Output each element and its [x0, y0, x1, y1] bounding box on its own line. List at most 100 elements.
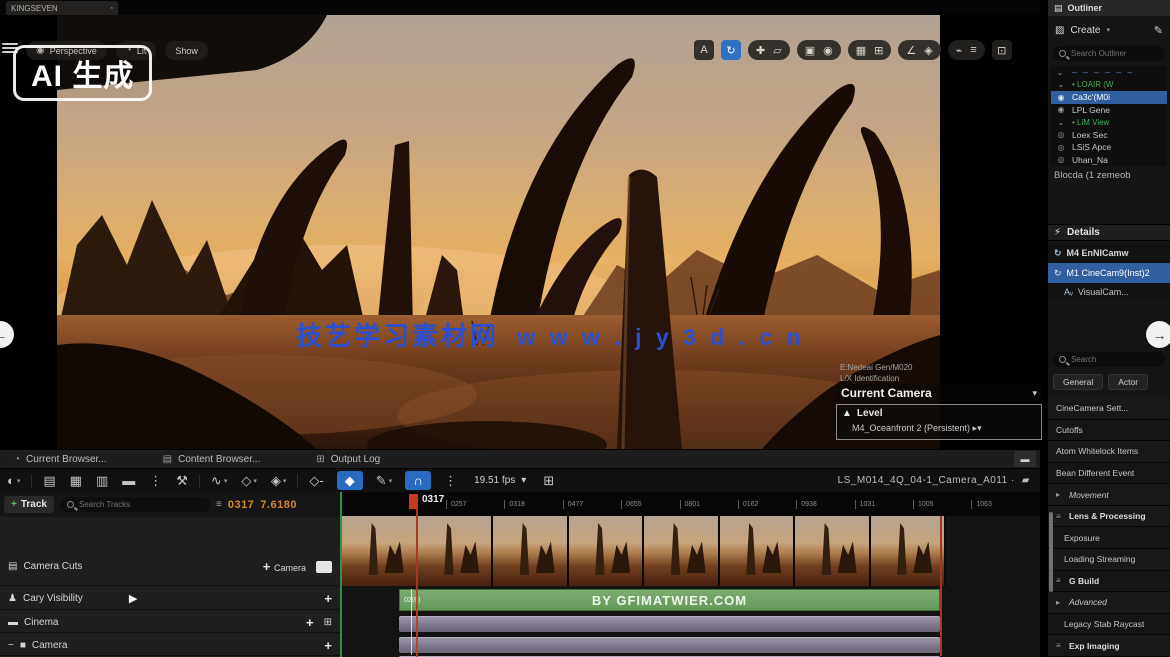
lock-camera-button[interactable]: ⊞: [536, 473, 561, 489]
chevron-icon[interactable]: ⌄: [1055, 68, 1067, 77]
outliner-row[interactable]: ◎ Uhan_Na: [1051, 154, 1167, 167]
camera-speed-icon[interactable]: ⌁: [956, 44, 963, 57]
move-tool-icon[interactable]: ✚: [756, 44, 765, 57]
details-panel-header[interactable]: ⚡ Details: [1048, 224, 1170, 241]
play-triangle-icon[interactable]: ▶: [129, 592, 137, 605]
edit-arrow-icon[interactable]: ✎: [1154, 24, 1163, 37]
property-row[interactable]: CineCamera Sett...: [1048, 398, 1170, 420]
sequencer-tab-icon[interactable]: ▬: [1014, 451, 1036, 467]
add-camera-button[interactable]: + Camera: [263, 559, 306, 574]
eye-icon[interactable]: ◎: [1055, 155, 1067, 164]
tab-output-log[interactable]: ⊞ Output Log: [302, 450, 394, 468]
camera-cuts-filmstrip[interactable]: [342, 516, 946, 586]
visibility-clip-bar[interactable]: 02(6) BY GFIMATWIER.COM: [399, 589, 940, 611]
timecode-current[interactable]: 0317: [228, 499, 254, 511]
curve-editor-button-active[interactable]: ∩: [405, 471, 431, 490]
keyframe-minus-button[interactable]: ◇-: [302, 473, 330, 489]
outliner-row-selected[interactable]: ◉ Ca3c'(M0i: [1051, 91, 1167, 104]
playback-options-button[interactable]: ◐ ▾: [0, 473, 27, 488]
track-row-camera-cuts[interactable]: ▤ Camera Cuts + Camera: [0, 548, 340, 586]
scale-tool-icon[interactable]: ▱: [773, 44, 781, 57]
property-section-row[interactable]: ≡ G Build: [1048, 571, 1170, 593]
outliner-row[interactable]: ◎ Loex Sec: [1051, 129, 1167, 142]
camera-chip-icon[interactable]: [316, 561, 332, 573]
camera-speed-value-icon[interactable]: ≡: [970, 44, 976, 56]
details-search[interactable]: [1053, 352, 1165, 367]
expand-triangle-icon[interactable]: ▸: [1056, 490, 1064, 499]
timeline-ruler[interactable]: 0257 0318 0477 0655 0801 0162 0938 1031 …: [340, 492, 1040, 516]
component-row[interactable]: ↻ M4 EnNICamw: [1048, 243, 1170, 263]
outliner-row[interactable]: ◉ LPL Gene: [1051, 104, 1167, 117]
property-row[interactable]: Cutoffs: [1048, 420, 1170, 442]
maximize-viewport-icon[interactable]: ⊡: [992, 40, 1012, 60]
property-row[interactable]: Bean Different Event: [1048, 463, 1170, 485]
shots-button[interactable]: ▥: [89, 473, 115, 489]
render-movie-button[interactable]: ▦: [63, 473, 89, 489]
add-section-button[interactable]: +: [324, 591, 332, 606]
curve-tools-button[interactable]: ∿▾: [204, 473, 234, 489]
pin-icon[interactable]: ▪: [111, 5, 113, 12]
grid-snap-icon[interactable]: ▦: [856, 44, 866, 57]
save-button[interactable]: ▤: [36, 473, 62, 489]
auto-key-settings-button[interactable]: ◈▾: [264, 473, 294, 489]
component-row-selected[interactable]: ↻ M1 CineCam9(Inst)2: [1048, 263, 1170, 283]
tab-current-browser[interactable]: ◔ Current Browser...: [0, 450, 121, 468]
details-search-input[interactable]: [1071, 355, 1151, 364]
track-row-cinema[interactable]: ▬ Cinema + ⊞: [0, 612, 340, 633]
outliner-tab[interactable]: ▤ Outliner: [1048, 0, 1170, 16]
more-options-icon[interactable]: ⋮: [142, 473, 169, 489]
expand-triangle-icon[interactable]: ▸: [1056, 598, 1064, 607]
current-camera-dropdown[interactable]: Current Camera ▾: [836, 384, 1042, 402]
eye-icon[interactable]: ◎: [1055, 130, 1067, 139]
chevron-icon[interactable]: ⌄: [1055, 80, 1067, 89]
rotate-tool-icon[interactable]: ↻: [721, 40, 741, 60]
world-snap-icon[interactable]: ◉: [823, 44, 833, 57]
property-row[interactable]: ▸ Movement: [1048, 484, 1170, 506]
eye-icon[interactable]: ◎: [1055, 143, 1067, 152]
add-track-button[interactable]: + Track: [4, 496, 54, 513]
vertical-dots-icon[interactable]: ⋮: [437, 473, 464, 489]
grid-size-icon[interactable]: ⊞: [874, 44, 883, 57]
component-row-child[interactable]: Aᵥ VisualCam...: [1048, 283, 1170, 301]
grid-small-icon[interactable]: ⊞: [324, 617, 332, 628]
outliner-search-input[interactable]: [1071, 49, 1151, 58]
property-row[interactable]: Exposure: [1048, 527, 1170, 549]
property-section-row[interactable]: ≡ Lens & Processing: [1048, 506, 1170, 528]
eye-icon[interactable]: ◉: [1055, 93, 1067, 102]
keyframe-options-button[interactable]: ◇▾: [234, 473, 264, 489]
filter-actor-button[interactable]: Actor: [1108, 374, 1148, 390]
outliner-search[interactable]: [1053, 46, 1165, 61]
add-section-button[interactable]: +: [324, 638, 332, 653]
filter-icon[interactable]: ≡: [216, 499, 222, 510]
outliner-row[interactable]: ⌄ • LiM View: [1051, 116, 1167, 129]
show-dropdown[interactable]: Show: [165, 41, 208, 60]
surface-snap-icon[interactable]: ▣: [805, 44, 815, 57]
chevron-icon[interactable]: ⌄: [1055, 118, 1067, 127]
outliner-row[interactable]: ⌄ • LOAIR (W: [1051, 79, 1167, 92]
property-row[interactable]: Legacy Stab Raycast: [1048, 614, 1170, 636]
track-row-camera[interactable]: − ■ Camera +: [0, 635, 340, 656]
property-section-row[interactable]: ≡ Exp Imaging: [1048, 635, 1170, 657]
playhead-line[interactable]: [416, 494, 418, 657]
outliner-row[interactable]: ⌄ – – – – – –: [1051, 66, 1167, 79]
select-tool-icon[interactable]: A: [694, 40, 714, 60]
track-search[interactable]: [60, 497, 210, 512]
timeline-area[interactable]: 0257 0318 0477 0655 0801 0162 0938 1031 …: [340, 492, 1040, 657]
collapse-minus-icon[interactable]: −: [8, 640, 14, 651]
carousel-right-arrow[interactable]: →: [1146, 321, 1170, 348]
eye-icon[interactable]: ◉: [1055, 105, 1067, 114]
track-search-input[interactable]: [79, 500, 189, 509]
clapperboard-button[interactable]: ▬: [115, 473, 142, 488]
3d-viewport[interactable]: ◉ Perspective ◔ Lit Show AI 生成 A ↻ ✚ ▱ ▣…: [0, 15, 1040, 450]
track-row-visibility[interactable]: ♟ Cary Visibility ▶ +: [0, 588, 340, 610]
add-section-button[interactable]: +: [306, 615, 314, 630]
property-row[interactable]: Atom Whitelock Items: [1048, 441, 1170, 463]
keyframe-lane-bar[interactable]: [399, 637, 940, 653]
level-item[interactable]: M4_Oceanfront 2 (Persistent) ▸▾: [852, 423, 1036, 434]
rotation-snap-icon[interactable]: ∠: [906, 44, 916, 57]
add-keyframe-button-active[interactable]: ◆: [337, 471, 363, 490]
edit-pen-button[interactable]: ✎▾: [369, 473, 399, 489]
director-tools-button[interactable]: ⚒: [169, 473, 195, 489]
fps-dropdown[interactable]: 19.51 fps ▾: [464, 475, 536, 486]
scale-snap-icon[interactable]: ◈: [924, 44, 932, 57]
